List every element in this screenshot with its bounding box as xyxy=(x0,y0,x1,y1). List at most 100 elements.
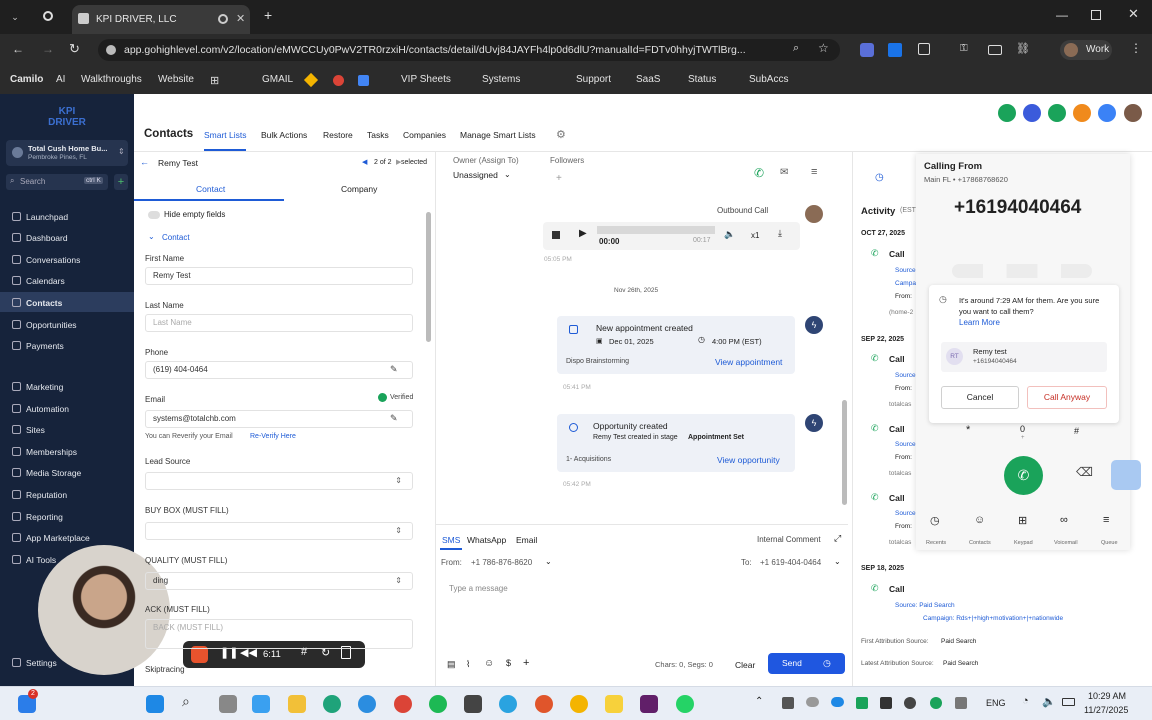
app-icon[interactable] xyxy=(464,695,482,713)
sidebar-item-settings[interactable]: Settings xyxy=(12,658,57,668)
extension-icon[interactable] xyxy=(860,43,874,57)
spotify-icon[interactable] xyxy=(429,695,447,713)
tray-icon[interactable] xyxy=(880,697,892,709)
file-explorer-icon[interactable] xyxy=(288,695,306,713)
call-anyway-button[interactable]: Call Anyway xyxy=(1027,386,1107,409)
site-info-icon[interactable] xyxy=(106,45,116,55)
search-page-icon[interactable]: ⌕ xyxy=(793,42,799,55)
clock-date[interactable]: 11/27/2025 xyxy=(1084,705,1128,715)
bookmark-item[interactable]: Camilo xyxy=(10,74,43,85)
chrome-active-icon[interactable] xyxy=(570,695,588,713)
edge-icon[interactable] xyxy=(358,695,376,713)
phone-field[interactable]: (619) 404-0464 xyxy=(145,361,413,379)
sidebar-item-dashboard[interactable]: Dashboard xyxy=(12,233,68,243)
calling-line-select[interactable]: Main FL • +17868768620 xyxy=(924,175,1008,184)
tab-restore[interactable]: Restore xyxy=(323,130,353,140)
battery-icon[interactable] xyxy=(1062,698,1075,706)
maximize-icon[interactable] xyxy=(1091,10,1101,20)
sidebar-item-opportunities[interactable]: Opportunities xyxy=(12,320,77,330)
buy-box-select[interactable] xyxy=(145,522,413,540)
bookmark-item[interactable]: GMAIL xyxy=(248,74,293,85)
reverify-link[interactable]: Re-Verify Here xyxy=(250,433,296,440)
extension-icon[interactable] xyxy=(888,43,902,57)
tab-contact[interactable]: Contact xyxy=(196,184,225,194)
bookmark-item[interactable]: AI xyxy=(56,74,65,85)
document-icon[interactable]: ▤ xyxy=(447,659,456,670)
sidebar-item-memberships[interactable]: Memberships xyxy=(12,447,77,457)
chrome-icon[interactable] xyxy=(394,695,412,713)
tab-bulk-actions[interactable]: Bulk Actions xyxy=(261,130,307,140)
sidebar-item-reputation[interactable]: Reputation xyxy=(12,490,67,500)
from-number[interactable]: +1 786-876-8620 xyxy=(471,558,532,567)
apps-grid-icon[interactable]: ⊞ xyxy=(210,74,219,87)
tray-icon[interactable] xyxy=(782,697,794,709)
window-menu-icon[interactable]: ⌄ xyxy=(8,10,22,24)
internal-comment[interactable]: Internal Comment xyxy=(757,535,821,544)
url-field[interactable]: app.gohighlevel.com/v2/location/eMWCCUy0… xyxy=(98,39,840,61)
link-icon[interactable]: ⛓ xyxy=(1016,42,1030,55)
prev-icon[interactable]: ◀ xyxy=(362,158,367,166)
keypad-icon[interactable]: ⊞ xyxy=(1018,514,1027,527)
stop-icon[interactable] xyxy=(552,231,560,239)
contacts-icon[interactable]: ☺ xyxy=(974,514,985,526)
nav-contacts[interactable]: Contacts xyxy=(969,540,991,546)
dollar-icon[interactable]: $ xyxy=(506,658,511,668)
emoji-icon[interactable]: ☺ xyxy=(484,658,494,669)
chevron-down-icon[interactable]: ⌄ xyxy=(834,557,841,566)
tab-email[interactable]: Email xyxy=(516,535,537,545)
cancel-button[interactable]: Cancel xyxy=(941,386,1019,409)
call-icon[interactable]: ✆ xyxy=(754,166,764,180)
user-avatar[interactable] xyxy=(1124,104,1142,122)
chrome-icon[interactable] xyxy=(333,75,344,86)
chevron-down-icon[interactable]: ⌄ xyxy=(545,557,552,566)
browser-menu-icon[interactable]: ⋮ xyxy=(1130,41,1142,55)
tab-tasks[interactable]: Tasks xyxy=(367,130,389,140)
widgets-icon[interactable] xyxy=(252,695,270,713)
ai-assistant-icon[interactable] xyxy=(1023,104,1041,122)
tray-icon[interactable] xyxy=(856,697,868,709)
help-icon[interactable] xyxy=(1098,104,1116,122)
bookmark-item[interactable]: Support xyxy=(562,74,611,85)
sidebar-item-ai-tools[interactable]: AI Tools xyxy=(12,555,56,565)
record-icon[interactable] xyxy=(43,11,53,21)
message-input[interactable]: Type a message xyxy=(449,584,839,644)
edge-icon[interactable] xyxy=(323,695,341,713)
bookmark-star-icon[interactable]: ☆ xyxy=(818,41,829,55)
windows-start-icon[interactable] xyxy=(146,695,164,713)
bookmark-item[interactable]: SaaS xyxy=(622,74,660,85)
speed-label[interactable]: x1 xyxy=(751,231,759,240)
chrome-icon[interactable] xyxy=(535,695,553,713)
bookmark-folder[interactable]: SubAccs xyxy=(731,74,788,85)
notification-bell-icon[interactable] xyxy=(1073,104,1091,122)
bookmark-item[interactable]: Website xyxy=(158,74,194,85)
view-appointment-link[interactable]: View appointment xyxy=(715,357,782,367)
slack-icon[interactable] xyxy=(640,695,658,713)
language-indicator[interactable]: ENG xyxy=(986,698,1006,708)
cloud-icon[interactable] xyxy=(806,697,819,707)
key-star[interactable]: * xyxy=(966,424,970,436)
learn-more-link[interactable]: Learn More xyxy=(959,318,1000,327)
expand-icon[interactable]: ⤢ xyxy=(834,533,841,544)
contact-back-name[interactable]: Remy Test xyxy=(158,158,198,168)
add-icon[interactable]: + xyxy=(523,657,529,669)
queue-icon[interactable]: ≡ xyxy=(1103,514,1109,526)
sidebar-item-contacts[interactable]: Contacts xyxy=(12,298,62,308)
quick-add-icon[interactable]: + xyxy=(114,174,128,190)
send-button[interactable]: Send ◷ xyxy=(768,653,845,674)
tab-close-icon[interactable]: ✕ xyxy=(236,12,245,25)
mail-icon[interactable]: ✉ xyxy=(780,167,788,178)
drive-icon[interactable] xyxy=(303,72,319,88)
profile-chip[interactable]: Work xyxy=(1060,40,1112,60)
onedrive-icon[interactable] xyxy=(831,697,844,707)
filter-icon[interactable]: ≡ xyxy=(811,166,817,178)
audio-progress[interactable] xyxy=(597,226,715,234)
voicemail-icon[interactable]: ∞ xyxy=(1060,514,1068,526)
add-follower-icon[interactable]: + xyxy=(556,173,562,184)
whatsapp-icon[interactable] xyxy=(676,695,694,713)
extensions-puzzle-icon[interactable] xyxy=(918,43,930,55)
nav-keypad[interactable]: Keypad xyxy=(1014,540,1033,546)
forward-icon[interactable]: → xyxy=(42,42,54,56)
chevron-down-icon[interactable]: ⌄ xyxy=(148,232,155,241)
edit-pencil-icon[interactable]: ✎ xyxy=(390,364,398,375)
bookmark-folder[interactable]: VIP Sheets xyxy=(385,74,451,85)
